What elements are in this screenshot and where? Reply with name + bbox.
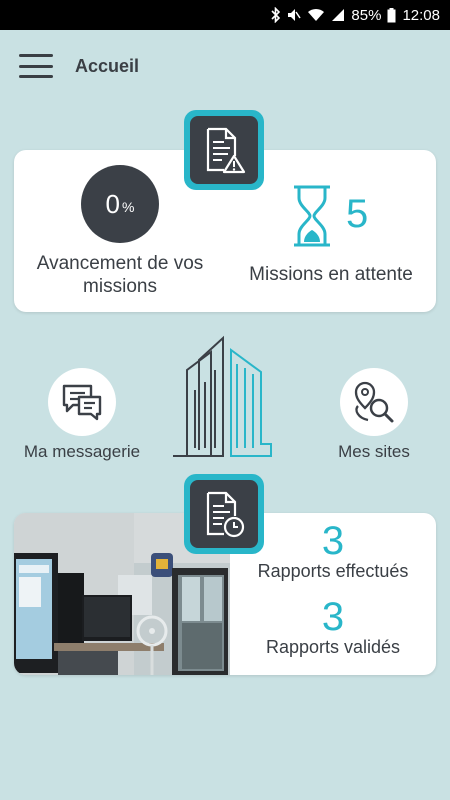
messaging-label[interactable]: Ma messagerie — [14, 442, 150, 462]
clock: 12:08 — [402, 6, 440, 24]
document-clock-icon — [206, 491, 245, 538]
pending-missions-count: 5 — [346, 192, 369, 236]
battery-icon — [387, 7, 396, 23]
hourglass-icon — [294, 185, 330, 247]
reports-done-label: Rapports effectués — [257, 561, 409, 581]
reports-validated-label: Rapports validés — [265, 637, 401, 657]
messaging-button[interactable] — [48, 368, 116, 436]
progress-label: Avancement de vos missions — [36, 253, 204, 297]
progress-value: 0 — [105, 188, 120, 219]
mission-progress-circle: 0 % — [81, 165, 159, 243]
status-bar: 85% 12:08 — [0, 0, 450, 30]
sites-button[interactable] — [340, 368, 408, 436]
building-icon — [173, 335, 272, 457]
reports-validated-count: 3 — [321, 595, 345, 639]
hamburger-menu-icon[interactable] — [19, 54, 53, 78]
bluetooth-icon — [271, 7, 281, 23]
sites-label[interactable]: Mes sites — [322, 442, 426, 462]
signal-icon — [331, 8, 345, 22]
battery-percent: 85% — [351, 6, 382, 24]
missions-badge[interactable] — [184, 110, 264, 190]
page-title: Accueil — [75, 55, 140, 76]
app-bar: Accueil — [0, 30, 450, 102]
mute-icon — [287, 8, 302, 22]
location-search-icon — [354, 381, 394, 423]
document-warning-icon — [206, 127, 246, 174]
chat-bubbles-icon — [62, 384, 102, 421]
wifi-icon — [307, 8, 325, 22]
pending-missions-label: Missions en attente — [249, 264, 413, 285]
progress-unit: % — [122, 199, 135, 215]
reports-badge[interactable] — [184, 474, 264, 554]
